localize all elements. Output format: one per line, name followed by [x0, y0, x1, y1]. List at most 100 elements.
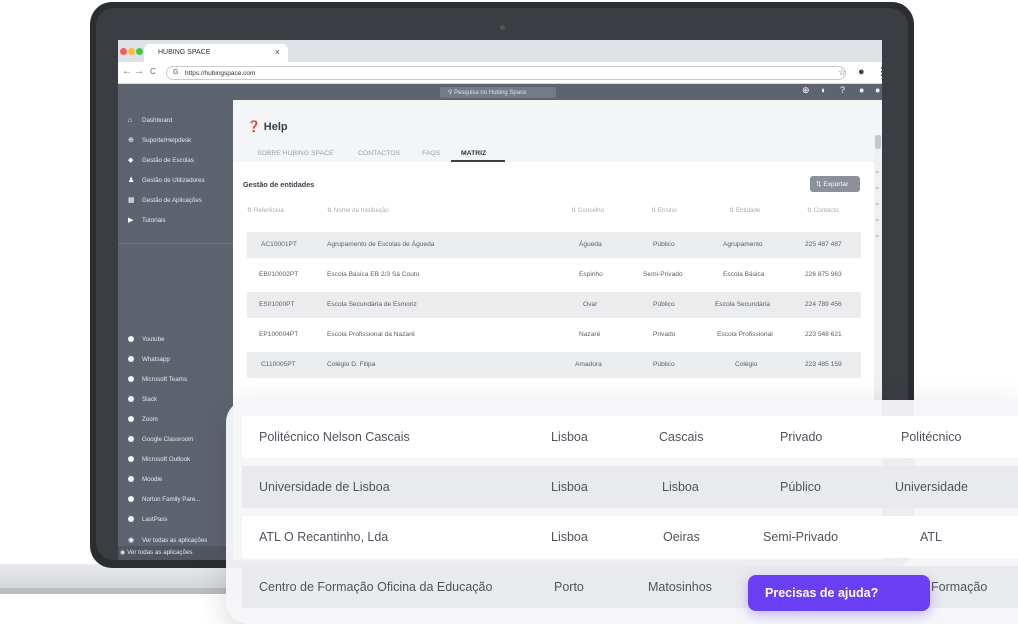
teams-icon: [128, 376, 134, 382]
sidebar-item-support[interactable]: ⊕ Suporte/Helpdesk: [128, 136, 191, 144]
sidebar-view-all-footer[interactable]: ◉ Ver todas as aplicações: [118, 546, 233, 560]
eye-icon: ◉: [128, 537, 135, 544]
cell-name: Centro de Formação Oficina da Educação: [259, 580, 493, 594]
cell-reference: AC10001PT: [261, 241, 297, 248]
forward-icon[interactable]: →: [134, 66, 144, 77]
help-chat-button[interactable]: Precisas de ajuda?: [748, 575, 930, 611]
global-search-input[interactable]: ⚲ Pesquisa no Hubing Space: [440, 87, 556, 98]
tab-close-icon[interactable]: ×: [275, 47, 280, 57]
lastpass-icon: [128, 516, 134, 522]
bookmark-star-icon[interactable]: ☆: [838, 67, 846, 78]
notifications-icon[interactable]: ◐: [821, 85, 826, 95]
play-icon: ▶: [128, 217, 134, 224]
sidebar-item-schools[interactable]: ◆ Gestão de Escolas: [128, 156, 194, 164]
cell-reference: EP100004PT: [259, 331, 299, 338]
graduation-cap-icon: ◆: [128, 157, 134, 164]
cell-concelho: Nazaré: [579, 331, 601, 338]
zoom-icon: [128, 416, 134, 422]
table-row[interactable]: EP100004PT Escola Profissional da Nazaré…: [247, 322, 861, 348]
sidebar-app-label: Whatsapp: [142, 356, 170, 363]
cell-name: Escola Básica EB 2/3 Sá Couto: [327, 271, 420, 278]
sidebar-view-all[interactable]: ◉ Ver todas as aplicações: [128, 536, 207, 544]
sidebar-app-label: Norton Family Pare...: [142, 496, 201, 503]
cell-contacto: 225 487 487: [805, 241, 842, 248]
cell-ensino: Semi-Privado: [763, 530, 839, 544]
user-icon[interactable]: ●: [859, 85, 864, 95]
tab-faqs[interactable]: FAQS: [422, 150, 440, 157]
column-header[interactable]: ⇅ Contacto: [807, 207, 839, 214]
settings-icon[interactable]: ●: [875, 85, 880, 95]
sidebar-app-item[interactable]: Norton Family Pare...: [128, 496, 200, 503]
whatsapp-icon: [128, 356, 134, 362]
sidebar-item-label: Suporte/Helpdesk: [142, 137, 192, 144]
cell-ensino: Privado: [780, 430, 823, 444]
cell-ensino: Público: [653, 241, 675, 248]
cell-concelho: Matosinhos: [648, 580, 712, 594]
sidebar-app-item[interactable]: Whatsapp: [128, 356, 170, 363]
export-button[interactable]: ⇅ Exportar: [810, 176, 860, 192]
cell-entidade: Agrupamento: [723, 241, 763, 248]
page-title: ❓ Help: [247, 120, 288, 133]
close-window-icon[interactable]: [120, 48, 127, 55]
minimize-window-icon[interactable]: [128, 48, 135, 55]
column-header[interactable]: ⇅ Entidade: [729, 207, 760, 214]
search-placeholder: Pesquisa no Hubing Space: [454, 90, 527, 96]
column-header[interactable]: ⇅ Concelho: [571, 207, 604, 214]
cell-reference: C110005PT: [261, 361, 296, 368]
sidebar-app-item[interactable]: Microsoft Outlook: [128, 456, 190, 463]
sidebar-item-tutorials[interactable]: ▶ Tutoriais: [128, 216, 166, 224]
table-row[interactable]: Universidade de Lisboa Lisboa Lisboa Púb…: [242, 466, 1018, 508]
sidebar-app-item[interactable]: Microsoft Teams: [128, 376, 187, 383]
browser-tab[interactable]: HUBING SPACE ×: [144, 44, 288, 62]
users-icon: ♟: [128, 177, 135, 184]
home-icon: ⌂: [128, 117, 133, 124]
column-header[interactable]: ⇅ Nome da Instituição: [327, 207, 389, 214]
back-icon[interactable]: ←: [122, 66, 132, 77]
active-tab-indicator: [451, 160, 505, 162]
table-row[interactable]: EB010002PT Escola Básica EB 2/3 Sá Couto…: [247, 262, 861, 288]
sidebar-item-apps[interactable]: ▦ Gestão de Aplicações: [128, 196, 202, 204]
table-row[interactable]: AC10001PT Agrupamento de Escolas de Águe…: [247, 232, 861, 258]
tab-sobre[interactable]: SOBRE HUBING SPACE: [257, 150, 334, 157]
url-input[interactable]: G https://hubingspace.com: [166, 66, 846, 80]
tab-contactos[interactable]: CONTACTOS: [358, 150, 400, 157]
slack-icon: [128, 396, 134, 402]
sidebar-item-label: Gestão de Utilizadores: [142, 177, 205, 184]
sidebar-item-dashboard[interactable]: ⌂ Dashboard: [128, 117, 172, 124]
apps-grid-icon: ▦: [128, 197, 135, 204]
cell-entidade: Politécnico: [901, 430, 962, 444]
column-header[interactable]: ⇅ Ensino: [651, 207, 677, 214]
sidebar-app-item[interactable]: Moodle: [128, 476, 162, 483]
table-row[interactable]: ES01000PT Escola Secundária de Esmoriz O…: [247, 292, 861, 318]
sidebar-app-item[interactable]: Google Classroom: [128, 436, 193, 443]
cell-reference: ES01000PT: [259, 301, 295, 308]
cell-entidade: Colégio: [735, 361, 758, 368]
app-topbar: ⚲ Pesquisa no Hubing Space ⊕ ◐ ? ● ●: [118, 84, 882, 100]
scrollbar-thumb[interactable]: [875, 135, 881, 149]
browser-tab-title: HUBING SPACE: [158, 49, 211, 56]
chevron-down-icon: ⌄: [874, 182, 881, 191]
sidebar-item-users[interactable]: ♟ Gestão de Utilizadores: [128, 176, 205, 184]
cell-name: Agrupamento de Escolas de Águeda: [327, 241, 435, 248]
cell-name: Politécnico Nelson Cascais: [259, 430, 410, 444]
cell-contacto: 224 789 456: [805, 301, 842, 308]
cell-ensino: Público: [653, 301, 675, 308]
globe-icon[interactable]: ⊕: [802, 85, 810, 96]
sidebar-app-item[interactable]: Slack: [128, 396, 157, 403]
table-row[interactable]: ATL O Recantinho, Lda Lisboa Oeiras Semi…: [242, 516, 1018, 558]
reload-icon[interactable]: C: [150, 67, 156, 76]
cell-name: ATL O Recantinho, Lda: [259, 530, 389, 544]
column-header[interactable]: ⇅ Referência: [247, 207, 284, 214]
help-circle-icon: ❓: [247, 121, 261, 133]
sidebar-app-item[interactable]: Zoom: [128, 416, 158, 423]
sidebar: ⌂ Dashboard ⊕ Suporte/Helpdesk ◆ Gestão de …: [118, 100, 233, 560]
maximize-window-icon[interactable]: [136, 48, 143, 55]
profile-icon[interactable]: ●: [858, 66, 865, 78]
table-row[interactable]: Politécnico Nelson Cascais Lisboa Cascai…: [242, 416, 1018, 458]
tab-matriz[interactable]: MATRIZ: [461, 150, 486, 157]
table-row[interactable]: C110005PT Colégio D. Filipa Amadora Públ…: [247, 352, 861, 378]
sidebar-app-item[interactable]: Youtube: [128, 336, 164, 343]
help-icon[interactable]: ?: [840, 85, 845, 95]
sidebar-app-item[interactable]: LastPass: [128, 516, 167, 523]
browser-menu-icon[interactable]: ⋮: [876, 65, 882, 78]
